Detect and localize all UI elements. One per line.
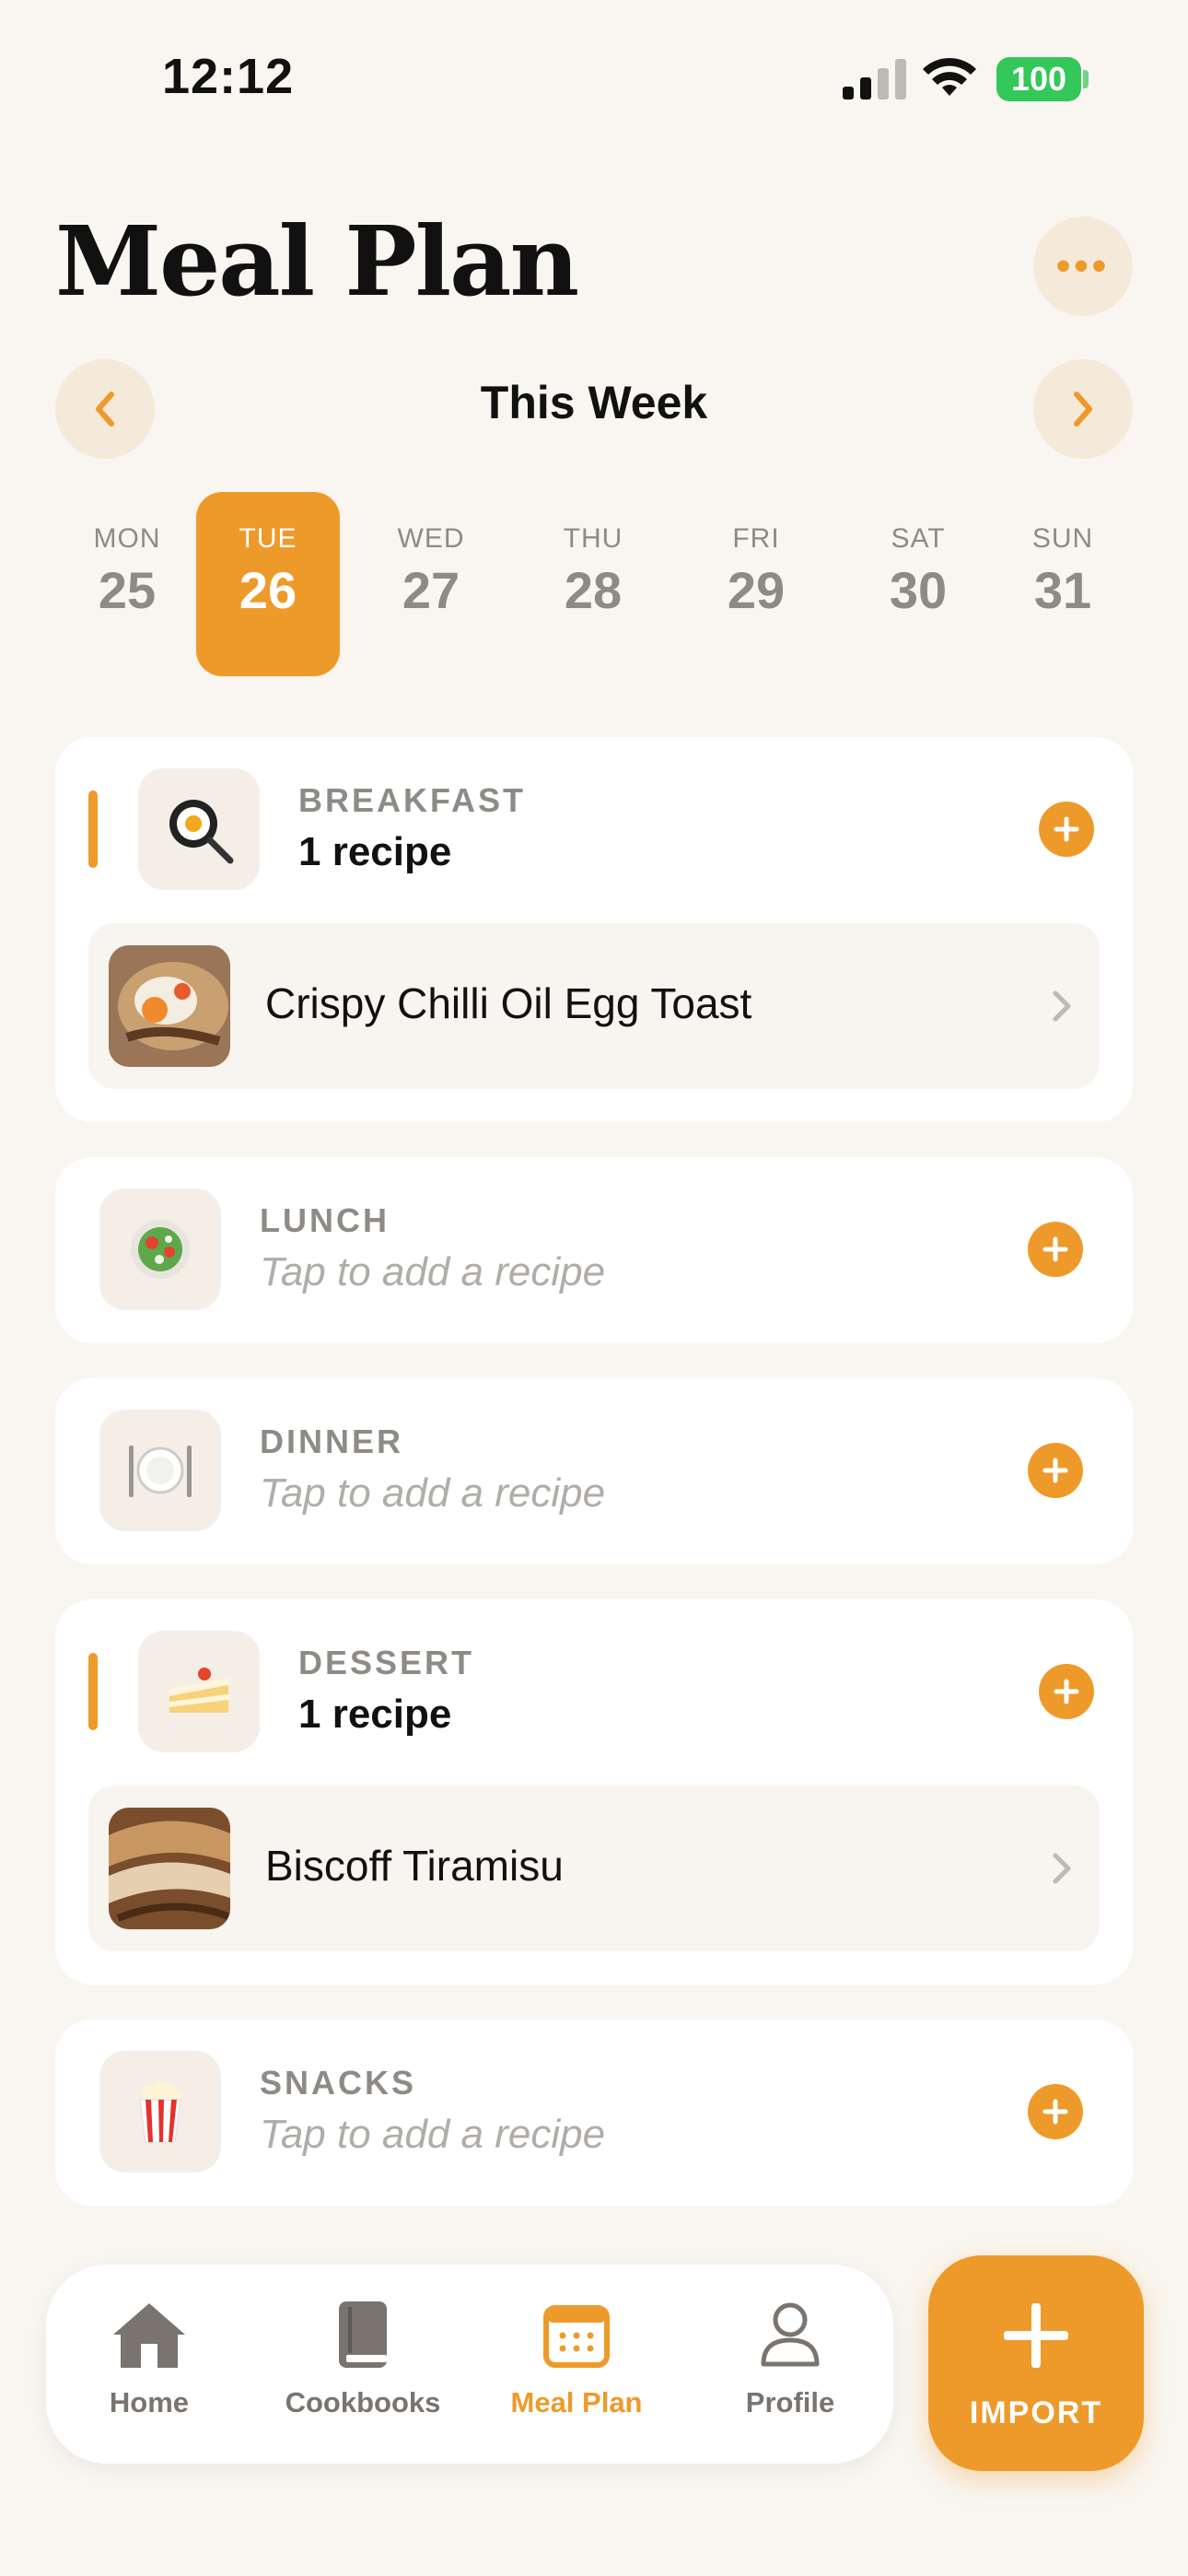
chevron-right-icon — [1053, 1853, 1071, 1884]
plus-icon — [1054, 816, 1079, 842]
cellular-signal-icon — [843, 59, 906, 100]
recipe-row-breakfast[interactable]: Crispy Chilli Oil Egg Toast — [88, 923, 1100, 1089]
chevron-right-icon — [1053, 990, 1071, 1022]
week-label: This Week — [480, 377, 708, 428]
tab-bar: Home Cookbooks Meal Plan Profile — [46, 2265, 893, 2464]
day-number: 31 — [1033, 561, 1092, 619]
day-sun[interactable]: SUN 31 — [991, 492, 1135, 676]
more-options-button[interactable]: ••• — [1033, 217, 1133, 316]
tab-label: Meal Plan — [510, 2386, 643, 2418]
status-time: 12:12 — [162, 49, 295, 104]
popcorn-icon — [99, 2051, 221, 2172]
calendar-icon — [543, 2305, 610, 2368]
import-button[interactable]: IMPORT — [928, 2255, 1144, 2471]
day-fri[interactable]: FRI 29 — [684, 492, 828, 676]
chevron-right-icon — [1074, 392, 1092, 427]
battery-tip — [1083, 70, 1089, 88]
recipe-row-dessert[interactable]: Biscoff Tiramisu — [88, 1786, 1100, 1951]
add-breakfast-button[interactable] — [1039, 802, 1094, 857]
day-mon[interactable]: MON 25 — [55, 492, 199, 676]
day-name: TUE — [239, 523, 297, 554]
book-icon — [339, 2301, 387, 2368]
meal-count: 1 recipe — [298, 1692, 452, 1737]
day-number: 30 — [889, 561, 948, 619]
day-selector: MON 25 TUE 26 WED 27 THU 28 FRI 29 SAT 3… — [55, 492, 1135, 676]
day-name: THU — [563, 523, 623, 554]
tab-label: Cookbooks — [285, 2386, 441, 2418]
tab-home[interactable]: Home — [57, 2296, 241, 2419]
tab-label: Profile — [745, 2386, 835, 2418]
meal-card-snacks[interactable]: SNACKS Tap to add a recipe — [55, 2020, 1133, 2206]
day-number: 27 — [402, 561, 460, 619]
accent-bar — [88, 790, 98, 868]
day-name: MON — [93, 523, 161, 554]
add-dinner-button[interactable] — [1028, 1443, 1083, 1498]
meal-card-dessert[interactable]: DESSERT 1 recipe Biscoff Tiramisu — [55, 1599, 1133, 1985]
day-name: SAT — [891, 523, 946, 554]
cake-slice-icon — [138, 1631, 260, 1752]
day-wed[interactable]: WED 27 — [359, 492, 503, 676]
more-icon: ••• — [1055, 243, 1111, 288]
meal-label: BREAKFAST — [298, 781, 527, 819]
frying-pan-icon — [138, 768, 260, 890]
day-sat[interactable]: SAT 30 — [846, 492, 990, 676]
plus-icon — [1054, 1679, 1079, 1704]
empty-meal-hint: Tap to add a recipe — [260, 2112, 606, 2157]
recipe-thumbnail — [109, 945, 230, 1067]
day-name: FRI — [732, 523, 780, 554]
meal-card-lunch[interactable]: LUNCH Tap to add a recipe — [55, 1157, 1133, 1343]
tab-meal-plan[interactable]: Meal Plan — [484, 2296, 669, 2419]
meal-label: SNACKS — [260, 2064, 417, 2102]
meal-card-breakfast[interactable]: BREAKFAST 1 recipe Crispy Chilli Oil Egg… — [55, 737, 1133, 1122]
import-label: IMPORT — [969, 2395, 1103, 2430]
empty-meal-hint: Tap to add a recipe — [260, 1470, 606, 1516]
accent-bar — [88, 1653, 98, 1730]
tab-profile[interactable]: Profile — [698, 2296, 882, 2419]
meal-label: DESSERT — [298, 1644, 475, 1681]
day-number: 25 — [98, 561, 157, 619]
add-lunch-button[interactable] — [1028, 1222, 1083, 1277]
status-bar: 12:12 100 — [0, 0, 1188, 157]
day-number: 28 — [564, 561, 623, 619]
person-icon — [761, 2302, 820, 2367]
day-tue[interactable]: TUE 26 — [196, 492, 340, 676]
empty-meal-hint: Tap to add a recipe — [260, 1249, 606, 1294]
battery-indicator: 100 — [996, 57, 1081, 101]
recipe-thumbnail — [109, 1808, 230, 1929]
plus-icon — [1042, 1458, 1068, 1483]
day-number: 29 — [727, 561, 786, 619]
add-snacks-button[interactable] — [1028, 2084, 1083, 2139]
plus-icon — [1042, 2099, 1068, 2125]
meal-label: LUNCH — [260, 1201, 390, 1239]
recipe-name: Biscoff Tiramisu — [265, 1842, 564, 1890]
plate-cutlery-icon — [99, 1410, 221, 1531]
recipe-name: Crispy Chilli Oil Egg Toast — [265, 979, 752, 1027]
page-title: Meal Plan — [55, 205, 579, 318]
tab-cookbooks[interactable]: Cookbooks — [271, 2296, 455, 2419]
meal-card-dinner[interactable]: DINNER Tap to add a recipe — [55, 1378, 1133, 1564]
day-thu[interactable]: THU 28 — [521, 492, 665, 676]
add-dessert-button[interactable] — [1039, 1664, 1094, 1719]
next-week-button[interactable] — [1033, 359, 1133, 459]
day-number: 26 — [239, 561, 297, 619]
wifi-icon — [923, 57, 976, 96]
day-name: SUN — [1031, 523, 1094, 554]
meal-label: DINNER — [260, 1423, 404, 1460]
meal-count: 1 recipe — [298, 829, 452, 874]
home-icon — [113, 2303, 185, 2368]
plus-icon — [1042, 1236, 1068, 1262]
salad-icon — [99, 1188, 221, 1310]
tab-label: Home — [109, 2386, 190, 2418]
day-name: WED — [397, 523, 465, 554]
plus-icon — [1004, 2303, 1068, 2368]
